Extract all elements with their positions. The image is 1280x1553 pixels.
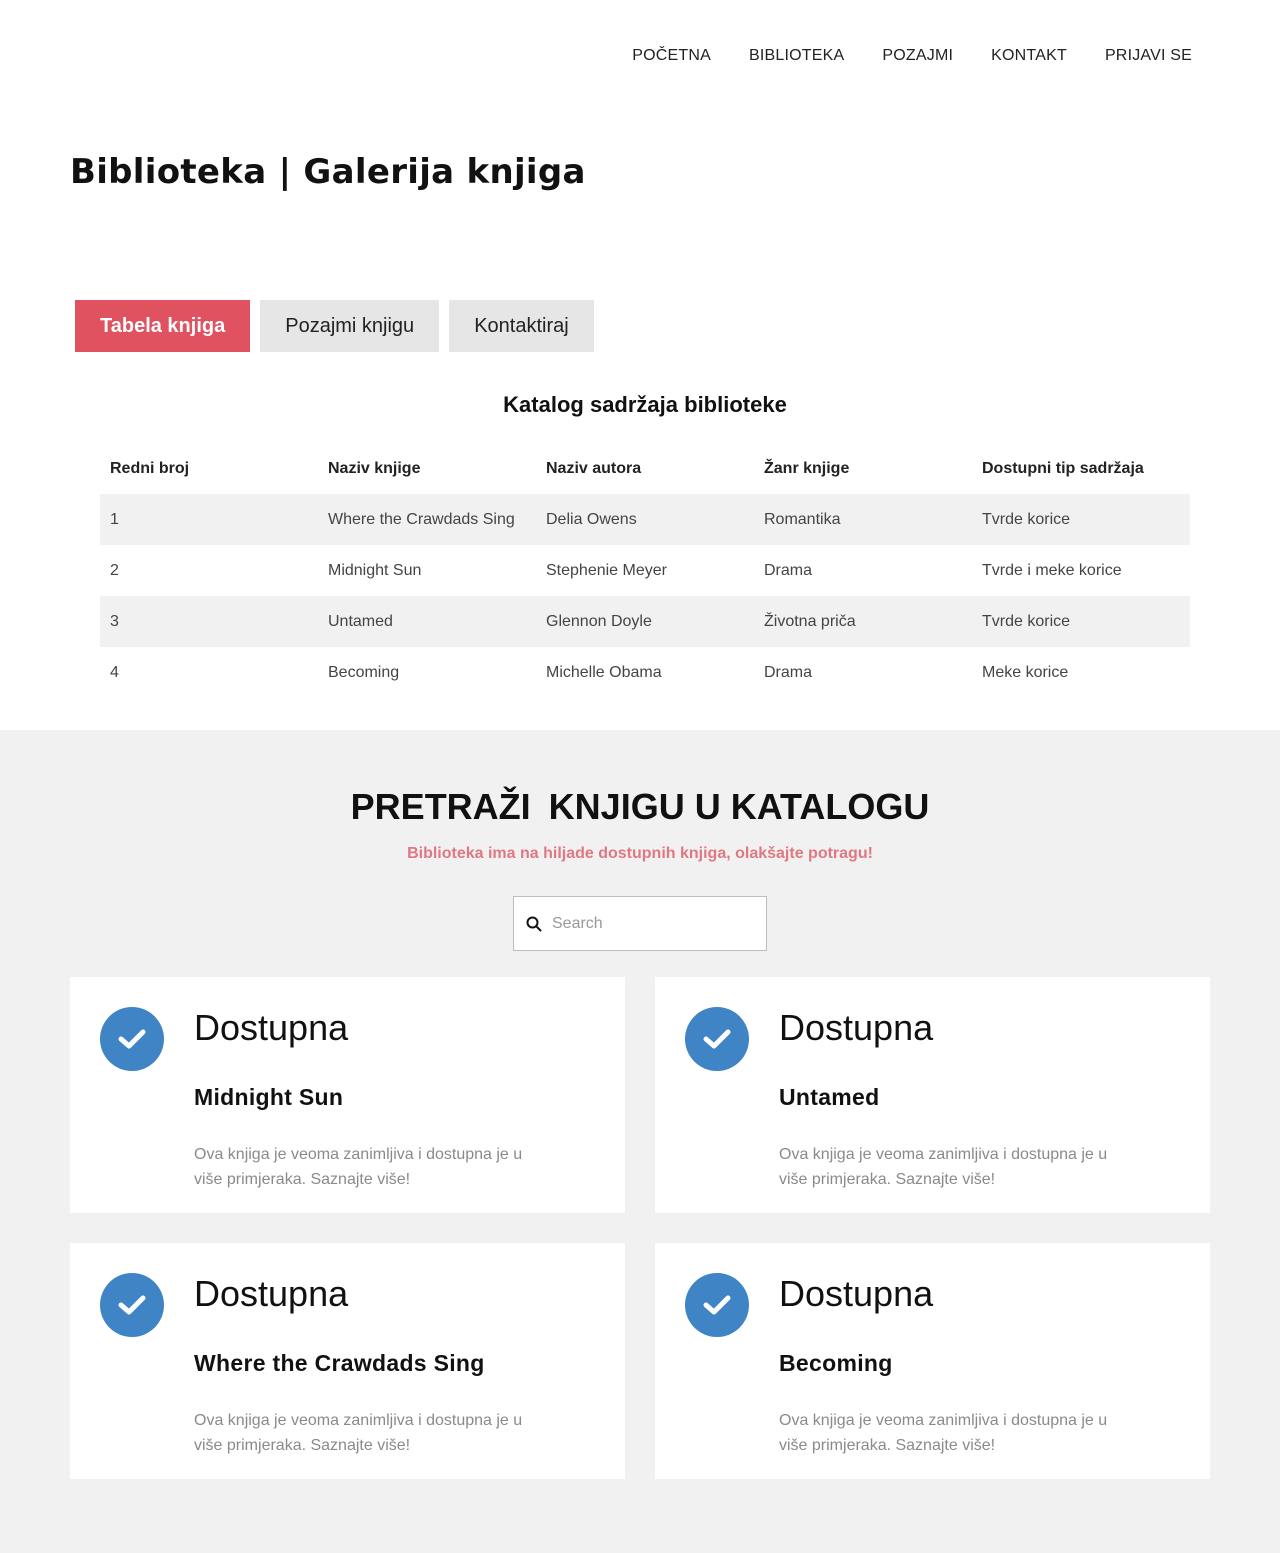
table-cell: Tvrde i meke korice bbox=[982, 561, 1122, 579]
table-row: 2 Midnight Sun Stephenie Meyer Drama Tvr… bbox=[100, 545, 1190, 596]
table-cell: Drama bbox=[764, 663, 813, 681]
card-book-title: Midnight Sun bbox=[194, 1084, 344, 1110]
book-card[interactable]: Dostupna Becoming Ova knjiga je veoma za… bbox=[655, 1243, 1210, 1479]
search-heading: PRETRAŽI KNJIGU U KATALOGU bbox=[0, 786, 1280, 828]
card-book-title: Where the Crawdads Sing bbox=[194, 1350, 485, 1376]
search-input[interactable] bbox=[552, 914, 752, 933]
nav-item-pocetna[interactable]: POČETNA bbox=[632, 44, 711, 68]
column-header: Naziv autora bbox=[546, 459, 642, 477]
card-status: Dostupna bbox=[194, 1273, 349, 1314]
column-header: Redni broj bbox=[110, 459, 190, 477]
tab-tabela-knjiga[interactable]: Tabela knjiga bbox=[75, 300, 251, 352]
nav-item-kontakt[interactable]: KONTAKT bbox=[991, 44, 1067, 68]
table-row: 3 Untamed Glennon Doyle Životna priča Tv… bbox=[100, 596, 1190, 647]
table-cell: Stephenie Meyer bbox=[546, 561, 667, 579]
table-cell: 1 bbox=[110, 510, 119, 528]
search-heading-rest: KNJIGU U KATALOGU bbox=[548, 786, 930, 827]
tab-bar: Tabela knjiga Pozajmi knjigu Kontaktiraj bbox=[75, 300, 604, 352]
table-cell: Michelle Obama bbox=[546, 663, 662, 681]
table-cell: Glennon Doyle bbox=[546, 612, 652, 630]
table-cell: Meke korice bbox=[982, 663, 1069, 681]
check-circle-icon bbox=[100, 1007, 164, 1071]
card-description: Ova knjiga je veoma zanimljiva i dostupn… bbox=[194, 1412, 523, 1454]
check-circle-icon bbox=[685, 1007, 749, 1071]
table-cell: Midnight Sun bbox=[328, 561, 422, 579]
book-card[interactable]: Dostupna Where the Crawdads Sing Ova knj… bbox=[70, 1243, 625, 1479]
card-status: Dostupna bbox=[194, 1007, 349, 1048]
table-cell: Delia Owens bbox=[546, 510, 637, 528]
nav-item-biblioteka[interactable]: BIBLIOTEKA bbox=[749, 44, 844, 68]
table-cell: Drama bbox=[764, 561, 813, 579]
nav-item-pozajmi[interactable]: POZAJMI bbox=[882, 44, 953, 68]
table-cell: 2 bbox=[110, 561, 119, 579]
catalog-table: Redni broj Naziv knjige Naziv autora Žan… bbox=[100, 443, 1190, 698]
table-cell: 4 bbox=[110, 663, 119, 681]
tab-pozajmi-knjigu[interactable]: Pozajmi knjigu bbox=[260, 300, 440, 352]
book-card[interactable]: Dostupna Midnight Sun Ova knjiga je veom… bbox=[70, 977, 625, 1213]
card-status: Dostupna bbox=[779, 1273, 934, 1314]
column-header: Žanr knjige bbox=[764, 459, 850, 477]
column-header: Dostupni tip sadržaja bbox=[982, 459, 1144, 477]
table-header-row: Redni broj Naziv knjige Naziv autora Žan… bbox=[100, 443, 1190, 494]
main-nav: POČETNA BIBLIOTEKA POZAJMI KONTAKT PRIJA… bbox=[594, 44, 1192, 68]
page-title: Biblioteka | Galerija knjiga bbox=[70, 152, 586, 192]
search-box[interactable] bbox=[513, 896, 767, 951]
card-book-title: Untamed bbox=[779, 1084, 880, 1110]
tab-kontaktiraj[interactable]: Kontaktiraj bbox=[449, 300, 594, 352]
table-cell: Romantika bbox=[764, 510, 841, 528]
card-description: Ova knjiga je veoma zanimljiva i dostupn… bbox=[779, 1146, 1108, 1188]
card-book-title: Becoming bbox=[779, 1350, 893, 1376]
table-cell: Untamed bbox=[328, 612, 393, 630]
table-row: 4 Becoming Michelle Obama Drama Meke kor… bbox=[100, 647, 1190, 698]
nav-item-prijavi-se[interactable]: PRIJAVI SE bbox=[1105, 44, 1192, 68]
table-cell: 3 bbox=[110, 612, 119, 630]
book-card[interactable]: Dostupna Untamed Ova knjiga je veoma zan… bbox=[655, 977, 1210, 1213]
table-row: 1 Where the Crawdads Sing Delia Owens Ro… bbox=[100, 494, 1190, 545]
search-section: PRETRAŽI KNJIGU U KATALOGU Biblioteka ima… bbox=[0, 730, 1280, 1553]
search-heading-strong: PRETRAŽI bbox=[350, 786, 531, 827]
catalog-title: Katalog sadržaja biblioteke bbox=[503, 392, 787, 417]
card-description: Ova knjiga je veoma zanimljiva i dostupn… bbox=[194, 1146, 523, 1188]
card-description: Ova knjiga je veoma zanimljiva i dostupn… bbox=[779, 1412, 1108, 1454]
search-subtitle: Biblioteka ima na hiljade dostupnih knji… bbox=[407, 845, 873, 862]
table-cell: Tvrde korice bbox=[982, 612, 1071, 630]
table-cell: Tvrde korice bbox=[982, 510, 1071, 528]
column-header: Naziv knjige bbox=[328, 459, 421, 477]
card-status: Dostupna bbox=[779, 1007, 934, 1048]
table-cell: Where the Crawdads Sing bbox=[328, 510, 515, 528]
search-icon bbox=[526, 916, 542, 931]
table-cell: Becoming bbox=[328, 663, 400, 681]
table-cell: Životna priča bbox=[764, 612, 856, 630]
check-circle-icon bbox=[100, 1273, 164, 1337]
check-circle-icon bbox=[685, 1273, 749, 1337]
